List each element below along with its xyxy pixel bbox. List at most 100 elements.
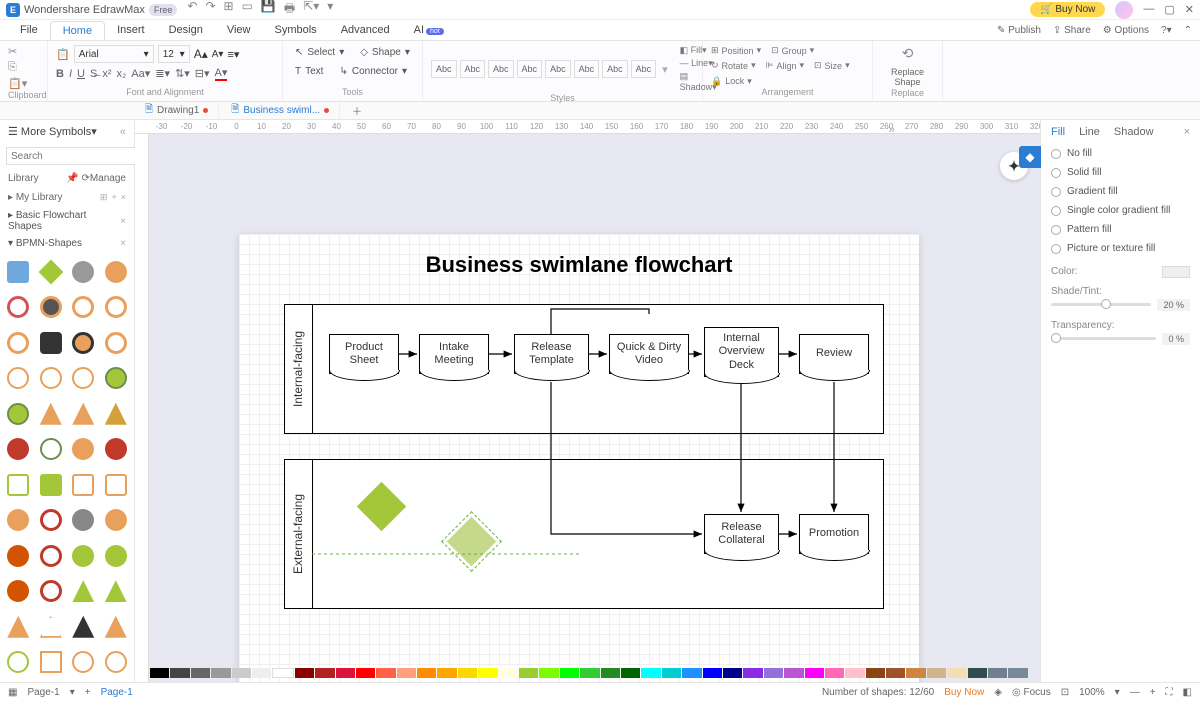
layers-icon[interactable]: ◈ [994, 687, 1002, 698]
canvas[interactable]: Business swimlane flowchart Internal-fac… [149, 134, 1040, 682]
page-menu-icon[interactable]: ▾ [70, 687, 75, 698]
page-list-icon[interactable]: ▦ [8, 687, 17, 698]
shape-ring[interactable] [7, 296, 29, 318]
shape-clock[interactable] [7, 367, 29, 389]
shape-marker[interactable] [7, 438, 29, 460]
shape-hex[interactable] [40, 651, 62, 673]
paste-icon[interactable]: 📋▾ [8, 77, 27, 90]
size-menu[interactable]: ⊡ Size▾ [814, 60, 850, 71]
shape-warn[interactable] [72, 616, 94, 638]
shape-note[interactable] [72, 474, 94, 496]
section-basic[interactable]: ▸ Basic Flowchart Shapes [8, 210, 120, 232]
new-icon[interactable]: ⊞ [224, 0, 234, 20]
style-preset[interactable]: Abc [517, 60, 543, 78]
tab-line[interactable]: Line [1079, 126, 1100, 138]
spacing-icon[interactable]: ⇅▾ [175, 67, 190, 80]
page-tab[interactable]: Page-1 [101, 687, 133, 698]
shape-rewind[interactable] [40, 580, 62, 602]
style-preset[interactable]: Abc [574, 60, 600, 78]
shape-diamond[interactable] [38, 259, 63, 284]
style-preset[interactable]: Abc [431, 60, 457, 78]
shape-note[interactable] [40, 474, 62, 496]
panel-toggle-icon[interactable]: ◧ [1183, 687, 1192, 698]
shape-x[interactable] [7, 509, 29, 531]
buy-now-button[interactable]: 🛒 Buy Now [1030, 2, 1105, 17]
fill-single-gradient[interactable]: Single color gradient fill [1051, 201, 1190, 220]
menu-home[interactable]: Home [50, 21, 105, 40]
align-menu[interactable]: ⊫ Align▾ [766, 60, 804, 71]
color-picker[interactable] [1162, 266, 1190, 278]
underline-icon[interactable]: U [77, 68, 85, 80]
user-avatar[interactable] [1115, 1, 1133, 19]
menu-ai[interactable]: AIhot [402, 21, 456, 39]
node-release-template[interactable]: Release Template [514, 334, 589, 374]
focus-button[interactable]: ◎ Focus [1012, 687, 1051, 698]
close-section-icon[interactable]: × [120, 216, 126, 227]
shape-clock[interactable] [40, 367, 62, 389]
shape-x[interactable] [40, 509, 62, 531]
font-size-select[interactable]: 12▾ [158, 45, 190, 63]
transparency-value[interactable]: 0 % [1162, 333, 1190, 345]
italic-icon[interactable]: I [69, 68, 72, 80]
lane-external[interactable]: External-facing [284, 459, 884, 609]
menu-design[interactable]: Design [157, 21, 215, 39]
zoom-in-icon[interactable]: + [1150, 687, 1156, 698]
rotate-menu[interactable]: ↻ Rotate▾ [711, 60, 756, 71]
shape-token[interactable] [7, 332, 29, 354]
fill-solid[interactable]: Solid fill [1051, 163, 1190, 182]
shape-warn[interactable] [105, 616, 127, 638]
shape-clock[interactable] [72, 367, 94, 389]
open-icon[interactable]: ▭ [242, 0, 253, 20]
shape-arrow[interactable] [40, 545, 62, 567]
font-select[interactable]: Arial▾ [74, 45, 154, 63]
shape-rewind[interactable] [7, 580, 29, 602]
shape-media[interactable] [105, 545, 127, 567]
shape-tri[interactable] [72, 403, 94, 425]
help-icon[interactable]: ?▾ [1161, 25, 1172, 36]
subscript-icon[interactable]: x₂ [116, 68, 126, 80]
node-overview-deck[interactable]: Internal Overview Deck [704, 327, 779, 377]
tab-fill[interactable]: Fill [1051, 126, 1065, 138]
shape-note[interactable] [105, 474, 127, 496]
shape-tool[interactable]: ◇ Shape▾ [356, 45, 414, 60]
shape-hex[interactable] [7, 651, 29, 673]
shape-media[interactable] [72, 545, 94, 567]
lock-menu[interactable]: 🔒 Lock▾ [711, 76, 752, 87]
shape-tri[interactable] [105, 403, 127, 425]
section-bpmn[interactable]: ▾ BPMN-Shapes [8, 238, 82, 249]
shade-slider[interactable] [1051, 303, 1151, 306]
shape-hex[interactable] [105, 651, 127, 673]
fullscreen-icon[interactable]: ⛶ [1166, 687, 1173, 698]
shape-up[interactable] [72, 580, 94, 602]
my-library[interactable]: ▸ My Library [8, 192, 63, 203]
maximize-icon[interactable]: ▢ [1164, 3, 1174, 16]
style-preset[interactable]: Abc [460, 60, 486, 78]
shape-marker[interactable] [40, 438, 62, 460]
superscript-icon[interactable]: x² [102, 68, 111, 80]
fit-icon[interactable]: ⊡ [1061, 687, 1069, 698]
shape-badge[interactable] [7, 403, 29, 425]
tab-shadow[interactable]: Shadow [1114, 126, 1154, 138]
more-icon[interactable]: ▾ [327, 0, 333, 20]
shape-hex[interactable] [72, 651, 94, 673]
format-tab-icon[interactable]: ◆ [1019, 146, 1041, 168]
undo-icon[interactable]: ↶ [187, 0, 197, 20]
menu-view[interactable]: View [215, 21, 263, 39]
shape-circle[interactable] [105, 261, 127, 283]
save-icon[interactable]: 💾 [261, 0, 276, 20]
shape-ring[interactable] [40, 296, 62, 318]
group-menu[interactable]: ⊡ Group▾ [771, 45, 814, 56]
shape-warn[interactable] [7, 616, 29, 638]
add-page-icon[interactable]: + [85, 687, 91, 698]
shape-badge[interactable] [105, 367, 127, 389]
close-section-icon[interactable]: × [120, 238, 126, 249]
replace-shape-icon[interactable]: ⟲ [902, 45, 914, 62]
select-tool[interactable]: ↖ Select▾ [291, 45, 348, 60]
symbol-search-input[interactable] [6, 147, 148, 165]
new-lib-icon[interactable]: ⊞ [100, 192, 108, 203]
export-icon[interactable]: ⇱▾ [303, 0, 319, 20]
align-menu-icon[interactable]: ≡▾ [227, 48, 239, 61]
pin-icon[interactable]: 📌 [66, 173, 78, 184]
tab-drawing1[interactable]: 🗎Drawing1 [135, 100, 219, 121]
add-tab[interactable]: ＋ [342, 101, 372, 120]
